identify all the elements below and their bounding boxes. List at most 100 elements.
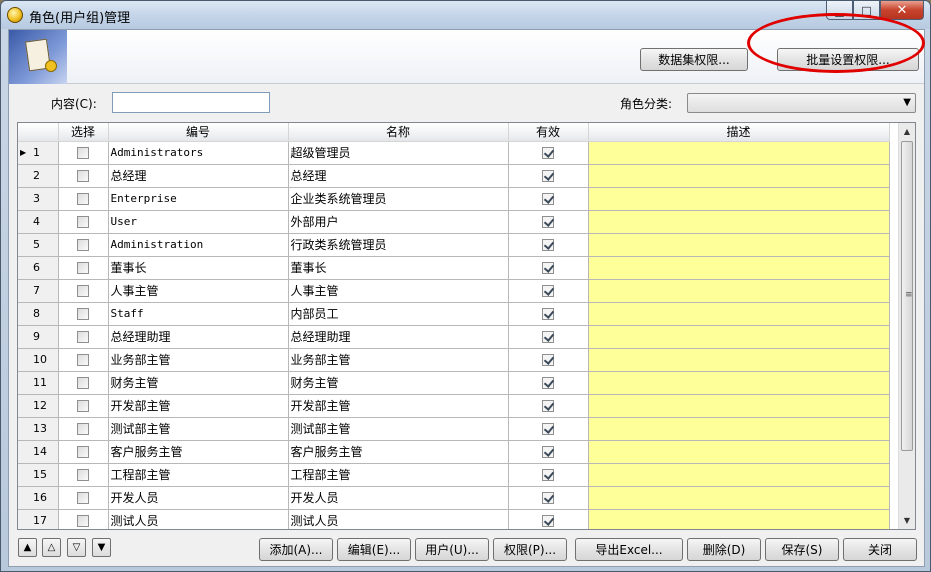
select-checkbox[interactable] [77, 147, 89, 159]
name-cell[interactable]: 开发部主管 [288, 394, 509, 418]
row-indicator[interactable]: 8 [18, 302, 59, 326]
column-header-description[interactable]: 描述 [588, 123, 890, 142]
valid-checkbox[interactable] [542, 147, 554, 159]
row-indicator[interactable]: 15 [18, 463, 59, 487]
description-cell[interactable] [588, 486, 890, 510]
name-cell[interactable]: 业务部主管 [288, 348, 509, 372]
close-window-button[interactable]: ✕ [880, 1, 924, 20]
valid-cell[interactable] [508, 302, 589, 326]
name-cell[interactable]: 超级管理员 [288, 141, 509, 165]
scroll-up-icon[interactable]: ▲ [899, 123, 915, 140]
valid-cell[interactable] [508, 233, 589, 257]
select-checkbox[interactable] [77, 377, 89, 389]
name-cell[interactable]: 客户服务主管 [288, 440, 509, 464]
description-cell[interactable] [588, 417, 890, 441]
select-checkbox[interactable] [77, 446, 89, 458]
code-cell[interactable]: 测试部主管 [108, 417, 289, 441]
valid-cell[interactable] [508, 371, 589, 395]
valid-checkbox[interactable] [542, 308, 554, 320]
description-cell[interactable] [588, 394, 890, 418]
scroll-thumb[interactable]: ≡ [901, 141, 913, 451]
table-row[interactable]: 2 总经理 总经理 [18, 164, 890, 188]
name-cell[interactable]: 内部员工 [288, 302, 509, 326]
category-select[interactable]: ▼ [687, 93, 916, 113]
code-cell[interactable]: Staff [108, 302, 289, 326]
select-cell[interactable] [58, 394, 109, 418]
delete-button[interactable]: 删除(D) [687, 538, 761, 561]
export-excel-button[interactable]: 导出Excel... [575, 538, 683, 561]
row-indicator[interactable]: 12 [18, 394, 59, 418]
table-row[interactable]: ▶ 1 Administrators 超级管理员 [18, 141, 890, 165]
valid-checkbox[interactable] [542, 377, 554, 389]
select-cell[interactable] [58, 187, 109, 211]
table-row[interactable]: 3 Enterprise 企业类系统管理员 [18, 187, 890, 211]
row-indicator[interactable]: 10 [18, 348, 59, 372]
valid-cell[interactable] [508, 417, 589, 441]
select-cell[interactable] [58, 348, 109, 372]
select-cell[interactable] [58, 325, 109, 349]
valid-cell[interactable] [508, 325, 589, 349]
valid-cell[interactable] [508, 509, 589, 529]
name-cell[interactable]: 董事长 [288, 256, 509, 280]
select-checkbox[interactable] [77, 285, 89, 297]
code-cell[interactable]: 财务主管 [108, 371, 289, 395]
description-cell[interactable] [588, 187, 890, 211]
name-cell[interactable]: 测试人员 [288, 509, 509, 529]
move-first-button[interactable]: ▲ [18, 538, 37, 557]
name-cell[interactable]: 财务主管 [288, 371, 509, 395]
dataset-permission-button[interactable]: 数据集权限... [640, 48, 748, 71]
valid-cell[interactable] [508, 440, 589, 464]
code-cell[interactable]: 测试人员 [108, 509, 289, 529]
permission-button[interactable]: 权限(P)... [493, 538, 567, 561]
move-last-button[interactable]: ▼ [92, 538, 111, 557]
valid-cell[interactable] [508, 463, 589, 487]
select-cell[interactable] [58, 233, 109, 257]
row-indicator[interactable]: 9 [18, 325, 59, 349]
table-row[interactable]: 12 开发部主管 开发部主管 [18, 394, 890, 418]
table-row[interactable]: 7 人事主管 人事主管 [18, 279, 890, 303]
description-cell[interactable] [588, 325, 890, 349]
table-row[interactable]: 14 客户服务主管 客户服务主管 [18, 440, 890, 464]
select-checkbox[interactable] [77, 216, 89, 228]
select-checkbox[interactable] [77, 423, 89, 435]
select-cell[interactable] [58, 463, 109, 487]
table-row[interactable]: 9 总经理助理 总经理助理 [18, 325, 890, 349]
select-cell[interactable] [58, 279, 109, 303]
row-indicator[interactable]: 13 [18, 417, 59, 441]
row-indicator[interactable]: 6 [18, 256, 59, 280]
column-header-select[interactable]: 选择 [58, 123, 109, 142]
scroll-down-icon[interactable]: ▼ [899, 512, 915, 529]
code-cell[interactable]: User [108, 210, 289, 234]
select-checkbox[interactable] [77, 492, 89, 504]
row-indicator[interactable]: 16 [18, 486, 59, 510]
name-cell[interactable]: 工程部主管 [288, 463, 509, 487]
row-indicator[interactable]: 11 [18, 371, 59, 395]
select-checkbox[interactable] [77, 515, 89, 527]
valid-checkbox[interactable] [542, 492, 554, 504]
select-checkbox[interactable] [77, 469, 89, 481]
description-cell[interactable] [588, 141, 890, 165]
code-cell[interactable]: 董事长 [108, 256, 289, 280]
select-checkbox[interactable] [77, 400, 89, 412]
code-cell[interactable]: Administration [108, 233, 289, 257]
select-checkbox[interactable] [77, 308, 89, 320]
valid-cell[interactable] [508, 486, 589, 510]
name-cell[interactable]: 测试部主管 [288, 417, 509, 441]
table-row[interactable]: 13 测试部主管 测试部主管 [18, 417, 890, 441]
description-cell[interactable] [588, 233, 890, 257]
table-row[interactable]: 11 财务主管 财务主管 [18, 371, 890, 395]
code-cell[interactable]: 客户服务主管 [108, 440, 289, 464]
select-cell[interactable] [58, 210, 109, 234]
description-cell[interactable] [588, 371, 890, 395]
code-cell[interactable]: Enterprise [108, 187, 289, 211]
description-cell[interactable] [588, 302, 890, 326]
valid-cell[interactable] [508, 187, 589, 211]
edit-button[interactable]: 编辑(E)... [337, 538, 411, 561]
move-down-button[interactable]: ▽ [67, 538, 86, 557]
select-cell[interactable] [58, 141, 109, 165]
select-cell[interactable] [58, 164, 109, 188]
row-indicator[interactable]: 17 [18, 509, 59, 529]
row-indicator[interactable]: ▶ 1 [18, 141, 59, 165]
valid-checkbox[interactable] [542, 262, 554, 274]
table-row[interactable]: 10 业务部主管 业务部主管 [18, 348, 890, 372]
